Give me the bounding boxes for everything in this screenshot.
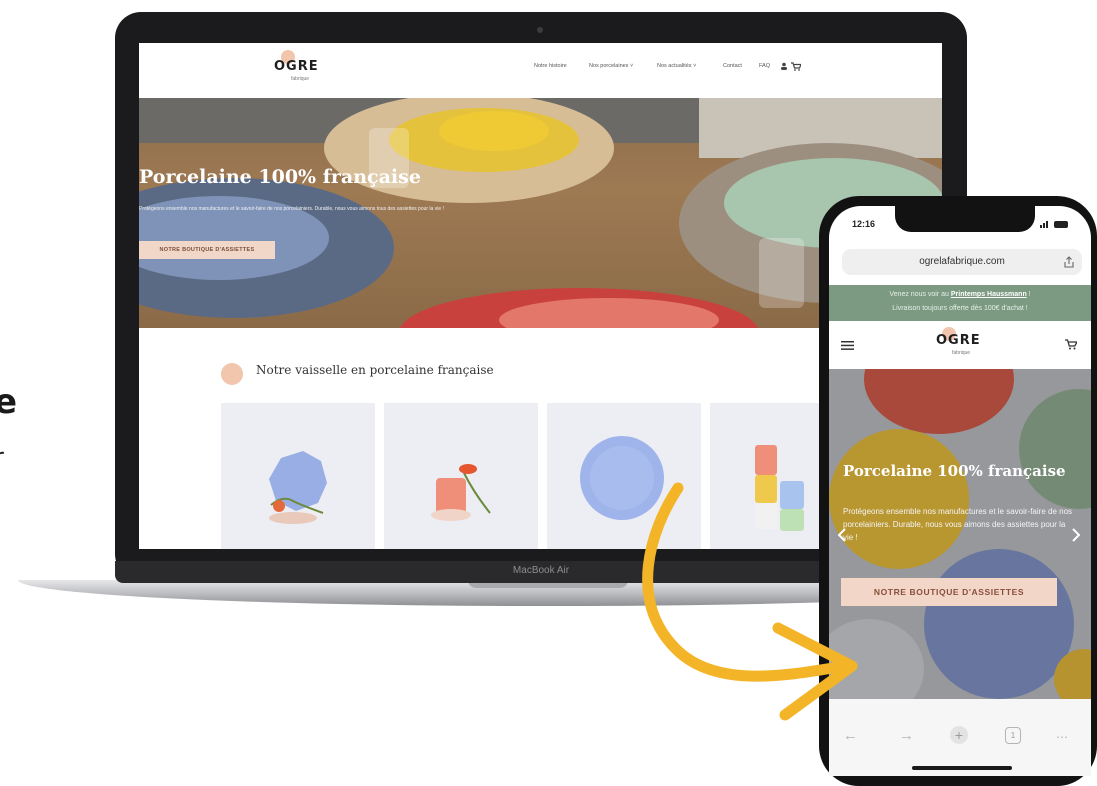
desktop-shop-button[interactable]: NOTRE BOUTIQUE D'ASSIETTES (139, 241, 275, 259)
cart-icon[interactable] (791, 62, 801, 71)
product-card[interactable] (221, 403, 375, 549)
section-dot (221, 363, 243, 385)
status-time: 12:16 (852, 219, 876, 229)
mobile-site-header: OGRE fabrique (829, 321, 1091, 369)
desktop-hero-subtitle: Protégeons ensemble nos manufactures et … (139, 206, 444, 212)
product-image-cup-flower (431, 464, 491, 521)
banner-line1: Venez nous voir au Printemps Haussmann ! (829, 291, 1091, 298)
desktop-site-header: OGRE fabrique Notre histoire Nos porcela… (139, 43, 942, 98)
nav-item-contact[interactable]: Contact (723, 63, 742, 69)
new-tab-label: + (954, 727, 964, 743)
banner-line1-suffix: ! (1026, 291, 1031, 298)
chevron-right-icon[interactable] (1072, 528, 1080, 542)
address-bar[interactable]: ogrelafabrique.com (842, 249, 1082, 275)
curved-arrow-icon (642, 482, 858, 721)
laptop-camera (537, 27, 543, 33)
tabs-count: 1 (1010, 731, 1016, 740)
nav-item-porcelaines[interactable]: Nos porcelaines ˅ (589, 63, 633, 69)
forward-arrow-icon[interactable]: → (899, 727, 914, 744)
product-image-plate-octagon (269, 451, 327, 524)
home-indicator (912, 766, 1012, 770)
section-title: Notre vaisselle en porcelaine française (256, 363, 494, 377)
mobile-logo-subtext: fabrique (952, 350, 971, 356)
side-text-line2: r (0, 443, 4, 471)
address-url[interactable]: ogrelafabrique.com (842, 256, 1082, 267)
status-icons (1040, 219, 1070, 230)
signal-icon (1040, 221, 1068, 228)
new-tab-icon[interactable]: + (950, 726, 968, 744)
nav-item-histoire[interactable]: Notre histoire (534, 63, 567, 69)
promo-banner: Venez nous voir au Printemps Haussmann !… (829, 285, 1091, 321)
phone-notch (895, 206, 1035, 232)
hamburger-menu-icon[interactable] (841, 341, 854, 350)
mobile-logo-text[interactable]: OGRE (936, 333, 981, 348)
account-icon[interactable] (780, 62, 788, 70)
banner-link[interactable]: Printemps Haussmann (951, 291, 1027, 298)
share-icon[interactable] (1064, 256, 1074, 268)
nav-item-actualites[interactable]: Nos actualités ˅ (657, 63, 696, 69)
banner-line2: Livraison toujours offerte dès 100€ d'ac… (892, 305, 1028, 312)
cart-icon[interactable] (1065, 339, 1077, 350)
nav-item-faq[interactable]: FAQ (759, 63, 770, 69)
tabs-icon[interactable]: 1 (1005, 727, 1021, 744)
product-card[interactable] (384, 403, 538, 549)
desktop-logo-text[interactable]: OGRE (274, 59, 319, 74)
desktop-logo-subtext: fabrique (291, 76, 310, 82)
banner-line1-prefix: Venez nous voir au (889, 291, 951, 298)
more-icon[interactable]: ⋯ (1056, 730, 1068, 744)
desktop-hero-title: Porcelaine 100% française (139, 166, 421, 188)
side-text-line1: e (0, 382, 18, 422)
